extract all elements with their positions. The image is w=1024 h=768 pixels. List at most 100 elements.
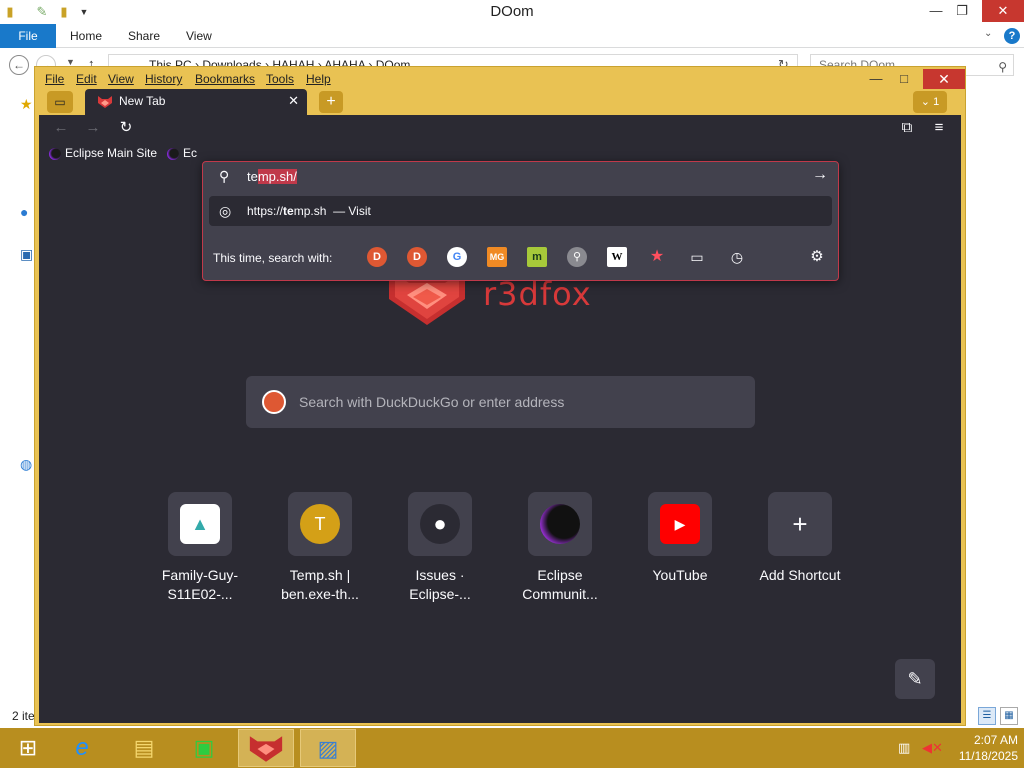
bookmarks-star-icon[interactable]: ★ (647, 247, 667, 267)
browser-content: ← → ↻ ⧉ ≡ Eclipse Main Site Ec r3dfox Se… (39, 115, 961, 723)
eclipse-icon (540, 504, 580, 544)
hamburger-menu-icon[interactable]: ≡ (927, 117, 951, 139)
bookmark-label: Ec (183, 146, 198, 160)
go-arrow-icon[interactable]: → (812, 166, 828, 184)
plus-icon: + (792, 509, 808, 539)
ribbon-tab-file[interactable]: File (0, 24, 56, 48)
help-button[interactable]: ? (1004, 28, 1020, 44)
ribbon-tab-view[interactable]: View (186, 24, 212, 48)
reload-icon[interactable]: ↻ (114, 117, 138, 139)
eclipse-icon (49, 147, 61, 160)
url-input-row[interactable]: ⚲ temp.sh/ → (203, 162, 838, 192)
url-result-row[interactable]: ◎ https://temp.sh — Visit (209, 196, 832, 226)
menu-edit[interactable]: Edit (76, 72, 97, 86)
store-icon[interactable]: ▣ (176, 729, 232, 767)
chevron-down-icon[interactable]: ⌄ (984, 28, 992, 39)
search-with-label: This time, search with: (213, 251, 333, 265)
shortcut-eclipse-community[interactable]: Eclipse Communit... (505, 492, 615, 602)
browser-maximize-button[interactable]: □ (889, 69, 919, 89)
menu-bookmarks[interactable]: Bookmarks (195, 72, 255, 86)
menu-file[interactable]: File (45, 72, 64, 86)
explorer-navigation-pane: ★ ● ▣ ◍ (0, 80, 38, 710)
menu-view[interactable]: View (108, 72, 134, 86)
history-clock-icon[interactable]: ◷ (727, 247, 747, 267)
clock-time: 2:07 AM (973, 733, 1018, 747)
list-all-tabs-button[interactable]: ⌄ 1 (913, 91, 947, 113)
explorer-title: DOom (490, 3, 534, 20)
duckduckgo-icon (262, 390, 286, 414)
internet-explorer-icon[interactable]: e (54, 729, 110, 767)
tab-close-button[interactable]: ✕ (288, 93, 299, 109)
network-tray-icon[interactable]: ▥ (898, 740, 910, 756)
shortcut-label: Issues · Eclipse-... (409, 567, 471, 602)
shortcut-issues-eclipse[interactable]: ● Issues · Eclipse-... (385, 492, 495, 602)
search-icon: ⚲ (219, 168, 230, 184)
volume-muted-icon[interactable]: ◀✕ (922, 740, 943, 756)
explorer-ribbon: File Home Share View ⌄ ? (0, 24, 1024, 48)
forward-arrow-icon[interactable]: → (81, 117, 105, 139)
mojeek-icon[interactable]: MG (487, 247, 507, 267)
shortcut-tile: + (768, 492, 832, 556)
large-icons-view-button[interactable]: ▦ (1000, 707, 1018, 725)
search-settings-gear-icon[interactable]: ⚙ (807, 247, 827, 267)
search-engine-magnifier-icon[interactable]: ⚲ (567, 247, 587, 267)
shortcut-label: Eclipse Communit... (522, 567, 598, 602)
url-autofill-selection: mp.sh/ (257, 169, 297, 184)
shortcut-label: Temp.sh | ben.exe-th... (281, 567, 359, 602)
navigation-toolbar: ← → ↻ ⧉ ≡ (39, 115, 961, 141)
bookmark-eclipse-main-site[interactable]: Eclipse Main Site (49, 144, 157, 162)
shortcut-family-guy[interactable]: ▲ Family-Guy- S11E02-... (145, 492, 255, 602)
explorer-close-button[interactable]: ✕ (982, 0, 1024, 22)
file-explorer-icon[interactable]: ▤ (116, 729, 172, 767)
explorer-restore-button[interactable]: ❐ (948, 0, 976, 22)
new-tab-button[interactable]: + (319, 91, 343, 113)
bookmark-eclipse[interactable]: Ec (167, 144, 197, 162)
back-arrow-icon[interactable]: ← (49, 117, 73, 139)
clock-date: 11/18/2025 (958, 749, 1018, 763)
details-view-button[interactable]: ☰ (978, 707, 996, 725)
clock[interactable]: 2:07 AM 11/18/2025 (950, 732, 1018, 764)
r3dfox-taskbar-icon[interactable] (238, 729, 294, 767)
taskbar: ⊞ e ▤ ▣ ▨ ▥ ◀✕ 2:07 AM 11/18/2025 (0, 728, 1024, 768)
duckduckgo-icon[interactable]: D (367, 247, 387, 267)
shortcut-temp-sh[interactable]: T Temp.sh | ben.exe-th... (265, 492, 375, 602)
photos-viewer-icon[interactable]: ▨ (300, 729, 356, 767)
tab-new-tab[interactable]: New Tab ✕ (85, 89, 307, 115)
tabs-icon[interactable]: ▭ (687, 247, 707, 267)
firefox-view-button[interactable]: ▭ (47, 91, 73, 113)
temp-sh-letter-icon: T (300, 504, 340, 544)
extensions-icon[interactable]: ⧉ (895, 117, 919, 139)
explorer-status-text: 2 ite (12, 709, 35, 723)
wikipedia-icon[interactable]: W (607, 247, 627, 267)
ntp-search-box[interactable]: Search with DuckDuckGo or enter address (246, 376, 755, 428)
start-windows-icon[interactable]: ⊞ (0, 729, 56, 767)
customize-pencil-icon[interactable]: ✎ (895, 659, 935, 699)
menu-history[interactable]: History (145, 72, 182, 86)
shortcut-tile: ▶ (648, 492, 712, 556)
globe-icon: ◎ (219, 203, 232, 219)
marginalia-icon[interactable]: m (527, 247, 547, 267)
browser-minimize-button[interactable]: — (861, 69, 891, 89)
shortcut-add[interactable]: + Add Shortcut (745, 492, 855, 602)
url-result-text: https://temp.sh — Visit (247, 204, 371, 218)
r3dfox-browser-window: File Edit View History Bookmarks Tools H… (34, 66, 966, 726)
search-engines-row: This time, search with: D D G MG m ⚲ W ★… (203, 240, 838, 274)
explorer-minimize-button[interactable]: — (922, 0, 950, 22)
duckduckgo-lite-icon[interactable]: D (407, 247, 427, 267)
ntp-search-placeholder: Search with DuckDuckGo or enter address (299, 394, 565, 410)
shortcut-youtube[interactable]: ▶ YouTube (625, 492, 735, 602)
search-icon: ⚲ (998, 60, 1007, 74)
google-icon[interactable]: G (447, 247, 467, 267)
back-button[interactable]: ← (9, 55, 29, 75)
explorer-titlebar: ▮ ✎ ▮ ▼ DOom — ❐ ✕ (0, 0, 1024, 24)
r3dfox-favicon-icon (98, 96, 112, 108)
github-icon: ● (420, 504, 460, 544)
menu-tools[interactable]: Tools (266, 72, 294, 86)
ribbon-tab-share[interactable]: Share (128, 24, 160, 48)
menu-help[interactable]: Help (306, 72, 331, 86)
url-input[interactable]: temp.sh/ (247, 169, 297, 184)
browser-close-button[interactable]: ✕ (923, 69, 965, 89)
family-guy-site-icon: ▲ (180, 504, 220, 544)
shortcut-tile: T (288, 492, 352, 556)
ribbon-tab-home[interactable]: Home (70, 24, 102, 48)
